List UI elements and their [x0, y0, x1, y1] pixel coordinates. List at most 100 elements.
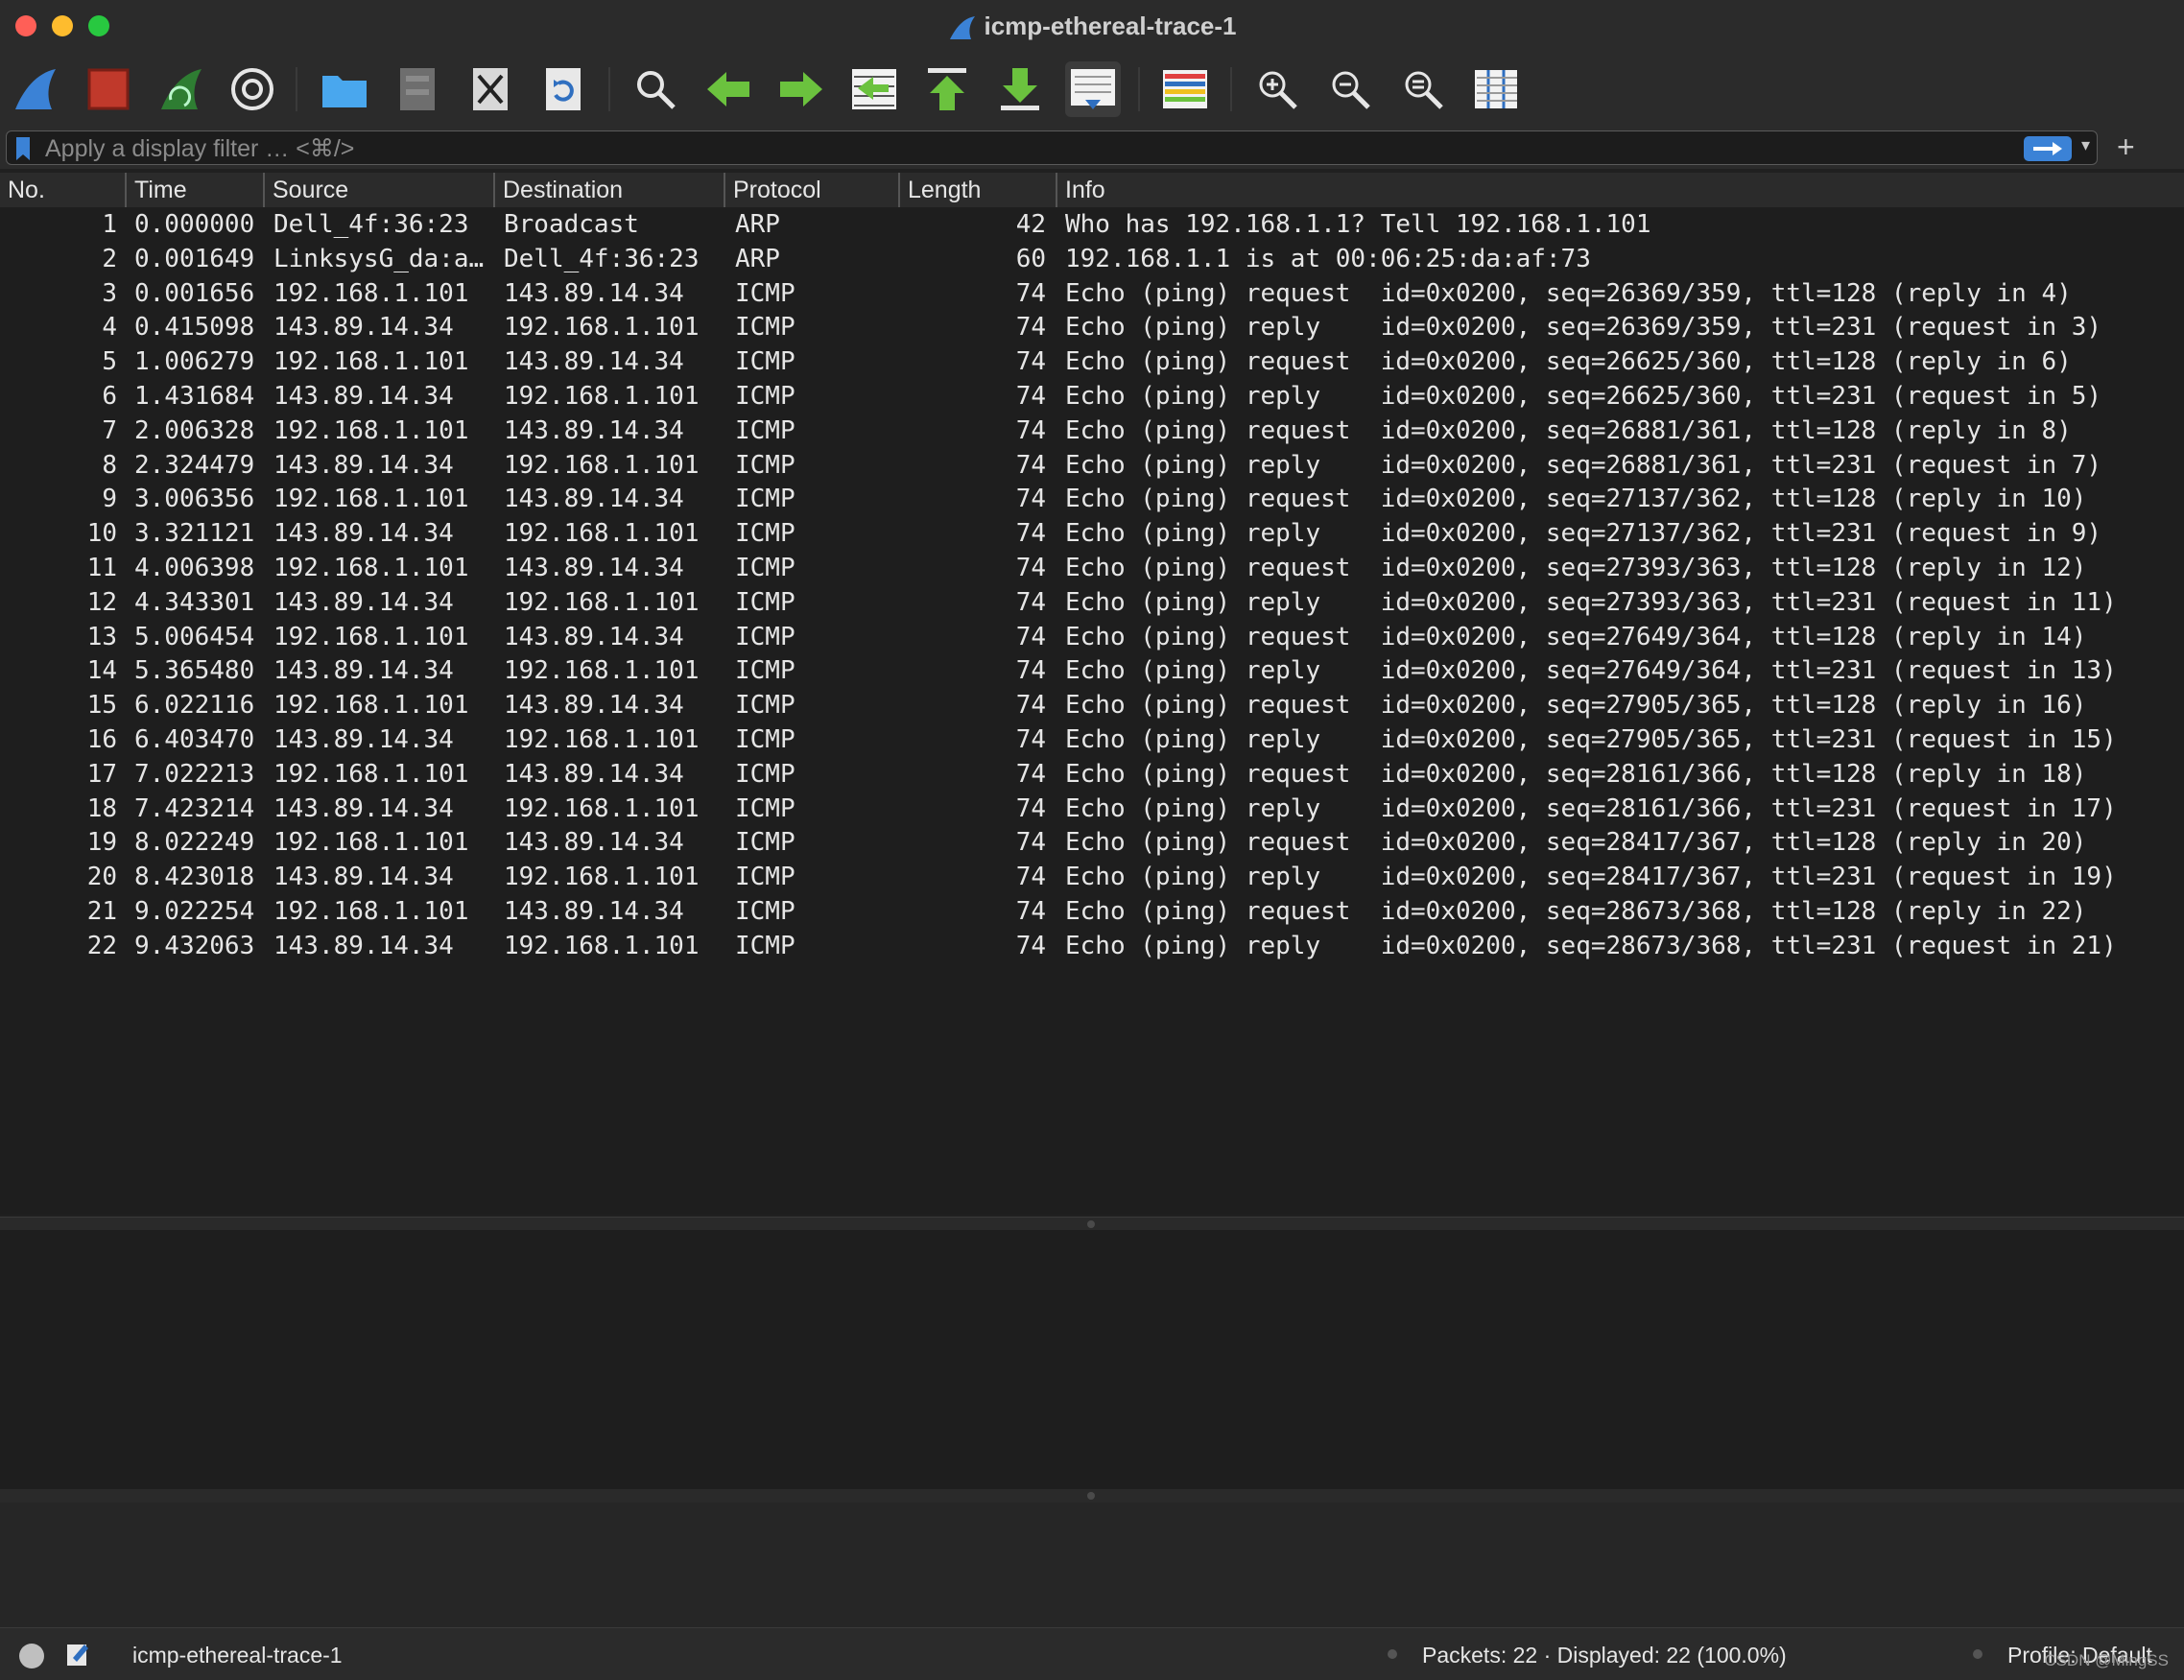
packet-row[interactable]: 13 5.006454 192.168.1.101 143.89.14.34 ICMP 7… [0, 620, 2184, 654]
save-file-button[interactable] [390, 61, 445, 117]
packet-row[interactable]: 1 0.000000 Dell_4f:36:23 Broadcast ARP 42 Who … [0, 207, 2184, 242]
packet-row[interactable]: 6 1.431684 143.89.14.34 192.168.1.101 ICMP 74… [0, 379, 2184, 414]
packet-row[interactable]: 5 1.006279 192.168.1.101 143.89.14.34 ICMP 74… [0, 344, 2184, 379]
packet-length: 74 [1015, 382, 1046, 411]
packet-destination: 143.89.14.34 [504, 554, 684, 582]
expert-info-indicator[interactable] [19, 1644, 44, 1668]
column-header-no[interactable]: No. [0, 173, 123, 207]
column-header-info[interactable]: Info [1056, 173, 2178, 207]
packet-list[interactable]: 1 0.000000 Dell_4f:36:23 Broadcast ARP 42 Who … [0, 207, 2184, 1215]
filter-history-dropdown[interactable]: ▾ [2081, 135, 2090, 155]
find-packet-button[interactable] [628, 61, 683, 117]
open-file-button[interactable] [317, 61, 372, 117]
packet-row[interactable]: 22 9.432063 143.89.14.34 192.168.1.101 ICMP 7… [0, 929, 2184, 963]
first-packet-button[interactable] [919, 61, 975, 117]
packet-length: 74 [1015, 759, 1046, 789]
packet-destination: Dell_4f:36:23 [504, 244, 700, 273]
packet-destination: 143.89.14.34 [504, 278, 684, 308]
zoom-in-button[interactable] [1249, 61, 1305, 117]
go-to-packet-button[interactable] [846, 61, 902, 117]
packet-info: Echo (ping) reply id=0x0200, seq=28673/3… [1065, 931, 2117, 960]
column-header-source[interactable]: Source [263, 173, 493, 207]
packet-info: Echo (ping) request id=0x0200, seq=26625… [1065, 347, 2072, 377]
packet-details-pane[interactable] [0, 1230, 2184, 1489]
packet-source: 192.168.1.101 [273, 828, 469, 858]
stop-capture-button[interactable] [81, 61, 136, 117]
column-header-length[interactable]: Length [898, 173, 1056, 207]
splitter-handle[interactable] [1087, 1220, 1095, 1228]
packet-row[interactable]: 11 4.006398 192.168.1.101 143.89.14.34 ICMP 7… [0, 551, 2184, 585]
packet-destination: 143.89.14.34 [504, 485, 684, 514]
packet-source: Dell_4f:36:23 [273, 210, 469, 239]
packet-time: 8.423018 [134, 863, 255, 892]
autoscroll-button[interactable] [1065, 61, 1121, 117]
zoom-out-button[interactable] [1322, 61, 1378, 117]
packet-length: 74 [1015, 691, 1046, 721]
packet-protocol: ICMP [735, 931, 795, 960]
packet-destination: 192.168.1.101 [504, 587, 700, 617]
column-header-protocol[interactable]: Protocol [724, 173, 898, 207]
capture-options-button[interactable] [225, 61, 280, 117]
packet-no: 18 [86, 793, 117, 823]
column-header-time[interactable]: Time [125, 173, 263, 207]
packet-source: 192.168.1.101 [273, 691, 469, 721]
colorize-button[interactable] [1157, 61, 1213, 117]
packet-time: 0.000000 [134, 210, 255, 239]
splitter-handle[interactable] [1087, 1492, 1095, 1500]
packet-row[interactable]: 12 4.343301 143.89.14.34 192.168.1.101 ICMP 7… [0, 585, 2184, 620]
arrow-top-icon [928, 68, 966, 110]
packet-row[interactable]: 17 7.022213 192.168.1.101 143.89.14.34 ICMP 7… [0, 757, 2184, 792]
close-file-icon [473, 68, 508, 110]
close-file-button[interactable] [463, 61, 518, 117]
go-forward-button[interactable] [773, 61, 829, 117]
packet-row[interactable]: 19 8.022249 192.168.1.101 143.89.14.34 ICMP 7… [0, 825, 2184, 860]
packet-protocol: ICMP [735, 793, 795, 823]
packet-no: 4 [102, 313, 117, 343]
packet-destination: 192.168.1.101 [504, 725, 700, 754]
pane-splitter[interactable] [0, 1489, 2184, 1503]
packet-protocol: ICMP [735, 725, 795, 754]
packet-time: 0.001649 [134, 244, 255, 273]
packet-row[interactable]: 4 0.415098 143.89.14.34 192.168.1.101 ICMP 74… [0, 310, 2184, 344]
packet-row[interactable]: 21 9.022254 192.168.1.101 143.89.14.34 ICMP 7… [0, 894, 2184, 929]
packet-info: Echo (ping) request id=0x0200, seq=28417… [1065, 828, 2087, 858]
packet-protocol: ICMP [735, 587, 795, 617]
packet-length: 74 [1015, 622, 1046, 651]
normal-size-button[interactable] [1395, 61, 1451, 117]
column-header-destination[interactable]: Destination [493, 173, 724, 207]
packet-row[interactable]: 18 7.423214 143.89.14.34 192.168.1.101 ICMP 7… [0, 792, 2184, 826]
bookmark-icon[interactable] [14, 137, 32, 160]
apply-filter-button[interactable] [2024, 136, 2072, 161]
packet-row[interactable]: 16 6.403470 143.89.14.34 192.168.1.101 ICMP 7… [0, 722, 2184, 757]
packet-length: 74 [1015, 415, 1046, 445]
packet-row[interactable]: 20 8.423018 143.89.14.34 192.168.1.101 ICMP 7… [0, 860, 2184, 894]
go-back-button[interactable] [700, 61, 756, 117]
resize-columns-button[interactable] [1468, 61, 1524, 117]
start-capture-button[interactable] [8, 61, 63, 117]
status-separator [1388, 1649, 1397, 1659]
packet-time: 3.006356 [134, 485, 255, 514]
display-filter-input[interactable] [43, 131, 1966, 166]
packet-row[interactable]: 8 2.324479 143.89.14.34 192.168.1.101 ICMP 74… [0, 448, 2184, 483]
packet-protocol: ICMP [735, 278, 795, 308]
packet-row[interactable]: 10 3.321121 143.89.14.34 192.168.1.101 ICMP 7… [0, 516, 2184, 551]
packet-info: Echo (ping) reply id=0x0200, seq=27905/3… [1065, 725, 2117, 754]
packet-source: 143.89.14.34 [273, 656, 454, 686]
shark-fin-icon [949, 16, 975, 40]
display-filter-bar: ▾ + [0, 129, 2184, 169]
restart-capture-button[interactable] [154, 61, 209, 117]
add-filter-button[interactable]: + [2117, 129, 2135, 165]
packet-bytes-pane[interactable] [0, 1503, 2184, 1627]
capture-comment-icon[interactable] [65, 1641, 90, 1668]
packet-row[interactable]: 9 3.006356 192.168.1.101 143.89.14.34 ICMP 74… [0, 482, 2184, 516]
last-packet-button[interactable] [992, 61, 1048, 117]
packet-source: 143.89.14.34 [273, 725, 454, 754]
reload-file-button[interactable] [535, 61, 591, 117]
packet-row[interactable]: 14 5.365480 143.89.14.34 192.168.1.101 ICMP 7… [0, 653, 2184, 688]
packet-row[interactable]: 7 2.006328 192.168.1.101 143.89.14.34 ICMP 74… [0, 414, 2184, 448]
packet-row[interactable]: 15 6.022116 192.168.1.101 143.89.14.34 ICMP 7… [0, 688, 2184, 722]
packet-protocol: ICMP [735, 415, 795, 445]
packet-row[interactable]: 2 0.001649 LinksysG_da:a… Dell_4f:36:23 ARP 6… [0, 242, 2184, 276]
packet-row[interactable]: 3 0.001656 192.168.1.101 143.89.14.34 ICMP 74… [0, 276, 2184, 311]
packet-protocol: ICMP [735, 828, 795, 858]
